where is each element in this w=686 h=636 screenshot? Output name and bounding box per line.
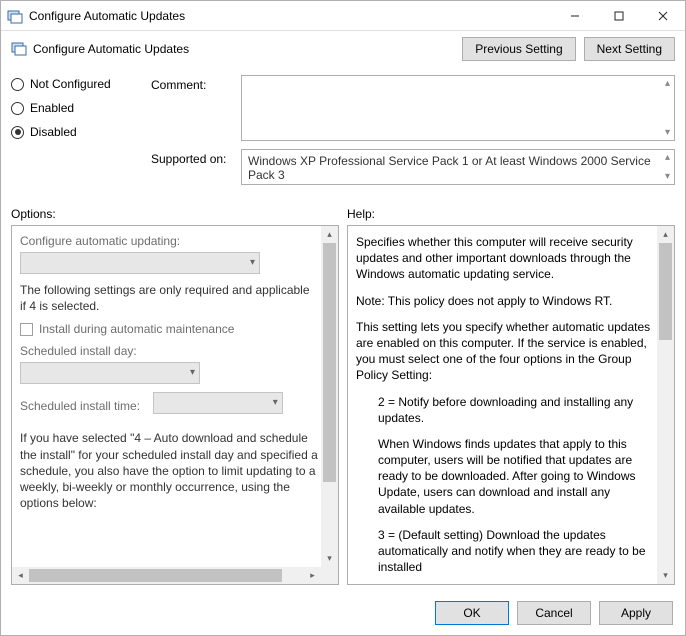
scroll-down-icon[interactable]: ▾: [321, 550, 338, 567]
install-maintenance-label: Install during automatic maintenance: [39, 322, 234, 336]
chevron-down-icon[interactable]: ▾: [665, 171, 670, 182]
chevron-down-icon: ▾: [273, 397, 278, 408]
options-horizontal-scrollbar[interactable]: ◂ ▸: [12, 567, 321, 584]
scroll-up-icon[interactable]: ▴: [657, 226, 674, 243]
close-button[interactable]: [641, 1, 685, 30]
help-vertical-scrollbar[interactable]: ▴ ▾: [657, 226, 674, 584]
configure-updating-label: Configure automatic updating:: [20, 234, 318, 248]
options-required-note: The following settings are only required…: [20, 282, 318, 314]
help-text: This setting lets you specify whether au…: [356, 319, 654, 384]
next-setting-button[interactable]: Next Setting: [584, 37, 675, 61]
help-text: 2 = Notify before downloading and instal…: [356, 394, 654, 426]
chevron-down-icon[interactable]: ▾: [665, 127, 670, 138]
configure-updating-combo[interactable]: ▾: [20, 252, 260, 274]
maximize-button[interactable]: [597, 1, 641, 30]
window-title: Configure Automatic Updates: [29, 9, 553, 23]
policy-icon: [7, 8, 23, 24]
titlebar: Configure Automatic Updates: [1, 1, 685, 31]
dialog-footer: OK Cancel Apply: [1, 591, 685, 635]
radio-enabled[interactable]: [11, 102, 24, 115]
radio-label-enabled: Enabled: [30, 101, 74, 115]
comment-textarea[interactable]: ▴ ▾: [241, 75, 675, 141]
help-text: Specifies whether this computer will rec…: [356, 234, 654, 283]
scheduled-day-label: Scheduled install day:: [20, 344, 318, 358]
settings-top: Not Configured Enabled Disabled Comment:…: [1, 71, 685, 201]
scheduled-day-combo[interactable]: ▾: [20, 362, 200, 384]
chevron-down-icon: ▾: [190, 367, 195, 378]
radio-label-not-configured: Not Configured: [30, 77, 111, 91]
minimize-button[interactable]: [553, 1, 597, 30]
scroll-down-icon[interactable]: ▾: [657, 567, 674, 584]
header: Configure Automatic Updates Previous Set…: [1, 31, 685, 71]
install-maintenance-checkbox[interactable]: [20, 323, 33, 336]
radio-disabled[interactable]: [11, 126, 24, 139]
cancel-button[interactable]: Cancel: [517, 601, 591, 625]
ok-button[interactable]: OK: [435, 601, 509, 625]
options-vertical-scrollbar[interactable]: ▴ ▾: [321, 226, 338, 567]
supported-label: Supported on:: [151, 149, 241, 185]
help-label: Help:: [347, 207, 675, 221]
state-radio-group: Not Configured Enabled Disabled: [11, 75, 151, 193]
chevron-up-icon[interactable]: ▴: [665, 78, 670, 89]
options-label: Options:: [11, 207, 339, 221]
comment-label: Comment:: [151, 75, 241, 141]
help-panel: Specifies whether this computer will rec…: [347, 225, 675, 585]
scroll-right-icon[interactable]: ▸: [304, 567, 321, 584]
scroll-up-icon[interactable]: ▴: [321, 226, 338, 243]
help-text: 3 = (Default setting) Download the updat…: [356, 527, 654, 576]
options-bottom-note: If you have selected "4 – Auto download …: [20, 430, 318, 511]
help-text: When Windows finds updates that apply to…: [356, 436, 654, 517]
scheduled-time-label: Scheduled install time:: [20, 400, 140, 414]
radio-label-disabled: Disabled: [30, 125, 77, 139]
scheduled-time-combo[interactable]: ▾: [153, 392, 283, 414]
policy-title: Configure Automatic Updates: [33, 42, 189, 56]
previous-setting-button[interactable]: Previous Setting: [462, 37, 575, 61]
apply-button[interactable]: Apply: [599, 601, 673, 625]
scrollbar-corner: [321, 567, 338, 584]
options-panel: Configure automatic updating: ▾ The foll…: [11, 225, 339, 585]
group-policy-editor-dialog: Configure Automatic Updates Configure Au…: [0, 0, 686, 636]
chevron-down-icon: ▾: [250, 257, 255, 268]
scroll-left-icon[interactable]: ◂: [12, 567, 29, 584]
radio-not-configured[interactable]: [11, 78, 24, 91]
supported-on-box: Windows XP Professional Service Pack 1 o…: [241, 149, 675, 185]
supported-on-text: Windows XP Professional Service Pack 1 o…: [242, 150, 674, 186]
policy-icon: [11, 40, 27, 59]
help-text: Note: This policy does not apply to Wind…: [356, 293, 654, 309]
chevron-up-icon[interactable]: ▴: [665, 152, 670, 163]
